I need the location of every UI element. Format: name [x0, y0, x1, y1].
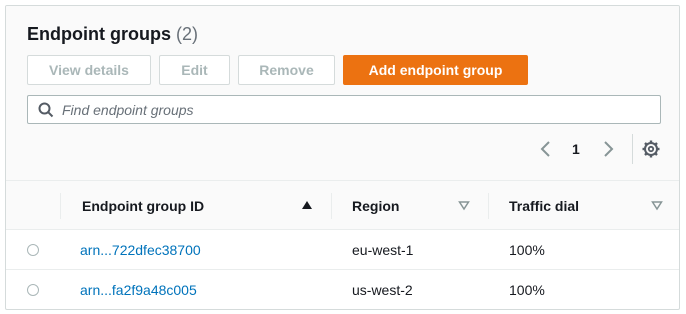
add-endpoint-group-button[interactable]: Add endpoint group: [343, 55, 528, 85]
column-separator: [60, 193, 61, 219]
sort-ascending-icon[interactable]: [301, 199, 313, 211]
row-select-radio[interactable]: [27, 284, 39, 296]
column-separator: [331, 193, 332, 219]
row-select-radio[interactable]: [27, 244, 39, 256]
pagination-divider: [632, 134, 633, 164]
column-header-region[interactable]: Region: [352, 198, 399, 214]
search-icon: [38, 102, 54, 118]
title-text: Endpoint groups: [27, 24, 171, 44]
remove-button[interactable]: Remove: [238, 55, 335, 85]
title-count: (2): [176, 24, 198, 44]
page-title: Endpoint groups (2): [27, 24, 198, 45]
current-page-number[interactable]: 1: [572, 141, 580, 157]
chevron-right-icon[interactable]: [598, 138, 618, 160]
table-header: Endpoint group ID Region Traffic dial: [6, 180, 679, 230]
column-header-traffic-dial[interactable]: Traffic dial: [509, 198, 579, 214]
sort-descending-icon[interactable]: [458, 199, 470, 211]
gear-icon[interactable]: [642, 140, 660, 158]
column-header-endpoint-group-id[interactable]: Endpoint group ID: [82, 198, 204, 214]
endpoint-groups-panel: Endpoint groups (2) View details Edit Re…: [5, 5, 680, 310]
region-cell: eu-west-1: [352, 242, 414, 258]
column-separator: [488, 193, 489, 219]
endpoint-group-id-link[interactable]: arn...722dfec38700: [80, 242, 201, 258]
table-row[interactable]: arn...722dfec38700 eu-west-1 100%: [6, 230, 679, 270]
region-cell: us-west-2: [352, 282, 413, 298]
endpoint-group-id-link[interactable]: arn...fa2f9a48c005: [80, 282, 197, 298]
edit-button[interactable]: Edit: [159, 55, 230, 85]
chevron-left-icon[interactable]: [536, 138, 556, 160]
traffic-dial-cell: 100%: [509, 242, 545, 258]
search-input[interactable]: [62, 96, 642, 123]
table-row[interactable]: arn...fa2f9a48c005 us-west-2 100%: [6, 270, 679, 309]
sort-descending-icon[interactable]: [651, 199, 663, 211]
view-details-button[interactable]: View details: [27, 55, 151, 85]
panel-header: Endpoint groups (2) View details Edit Re…: [6, 6, 679, 180]
search-box: [27, 95, 661, 124]
traffic-dial-cell: 100%: [509, 282, 545, 298]
